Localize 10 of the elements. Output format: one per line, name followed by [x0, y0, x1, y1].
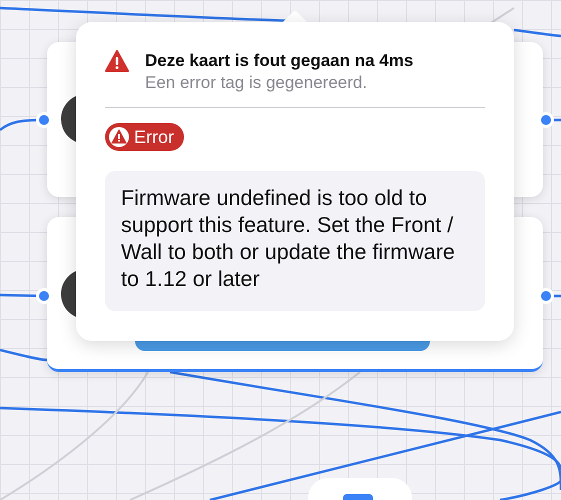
port-icon[interactable]	[39, 291, 49, 301]
port-icon[interactable]	[541, 291, 551, 301]
warning-icon	[108, 126, 130, 148]
error-message: Firmware undefined is too old to support this feature. Set the Front / Wall to both or update the firmware to 1.12 or later	[105, 171, 485, 311]
popover-subtitle: Een error tag is gegenereerd.	[145, 72, 368, 94]
warning-icon	[105, 50, 129, 72]
popover-title: Deze kaart is fout gegaan na 4ms	[145, 50, 414, 72]
port-icon[interactable]	[541, 115, 551, 125]
error-tag: Error	[105, 123, 184, 151]
port-icon[interactable]	[39, 115, 49, 125]
